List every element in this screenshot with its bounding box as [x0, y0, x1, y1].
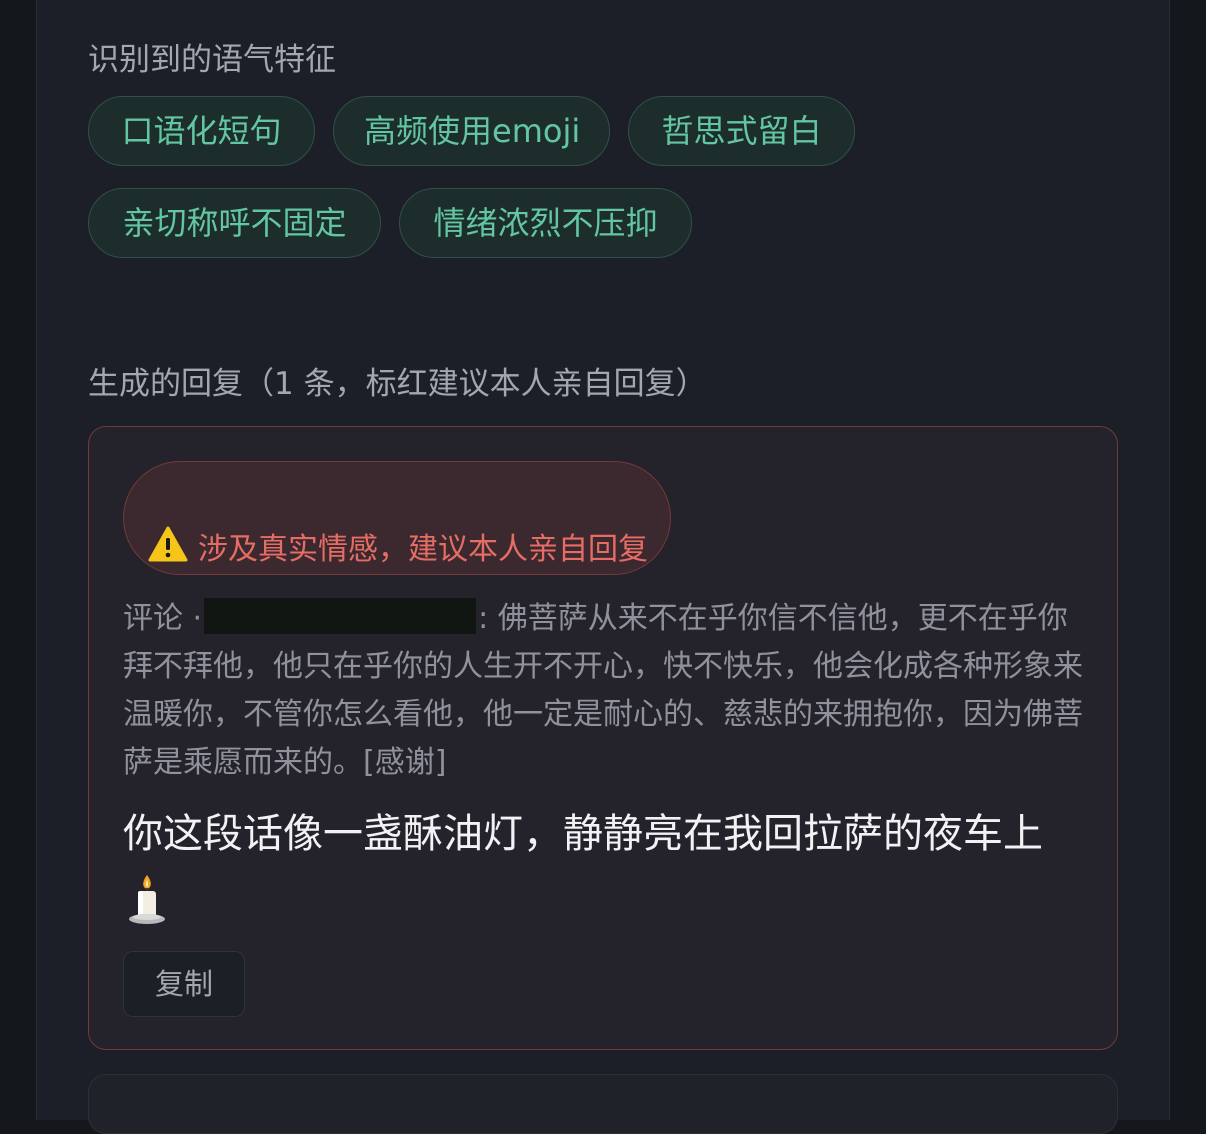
- copy-button[interactable]: 复制: [123, 951, 245, 1017]
- reply-text: 你这段话像一盏酥油灯，静静亮在我回拉萨的夜车上: [123, 811, 1043, 857]
- original-comment: 评论 ·: 佛菩萨从来不在乎你信不信他，更不在乎你拜不拜他，他只在乎你的人生开不…: [123, 595, 1085, 787]
- tone-tag: 亲切称呼不固定: [88, 188, 381, 258]
- generated-reply: 你这段话像一盏酥油灯，静静亮在我回拉萨的夜车上: [123, 801, 1063, 933]
- tone-section-title: 识别到的语气特征: [88, 42, 336, 78]
- warning-icon: [148, 526, 188, 562]
- next-reply-card: [88, 1074, 1118, 1134]
- candle-icon: [129, 875, 165, 924]
- reply-card: 涉及真实情感，建议本人亲自回复 评论 ·: 佛菩萨从来不在乎你信不信他，更不在乎…: [88, 426, 1118, 1050]
- comment-prefix: 评论 ·: [123, 601, 203, 636]
- tone-tag: 情绪浓烈不压抑: [399, 188, 692, 258]
- tone-tag: 高频使用emoji: [333, 96, 610, 166]
- replies-section-title: 生成的回复（1 条，标红建议本人亲自回复）: [88, 366, 707, 402]
- tone-tag: 口语化短句: [88, 96, 315, 166]
- warning-text: 涉及真实情感，建议本人亲自回复: [198, 532, 648, 567]
- tone-tag: 哲思式留白: [628, 96, 855, 166]
- redacted-username: [204, 598, 477, 634]
- warning-badge: 涉及真实情感，建议本人亲自回复: [123, 461, 671, 575]
